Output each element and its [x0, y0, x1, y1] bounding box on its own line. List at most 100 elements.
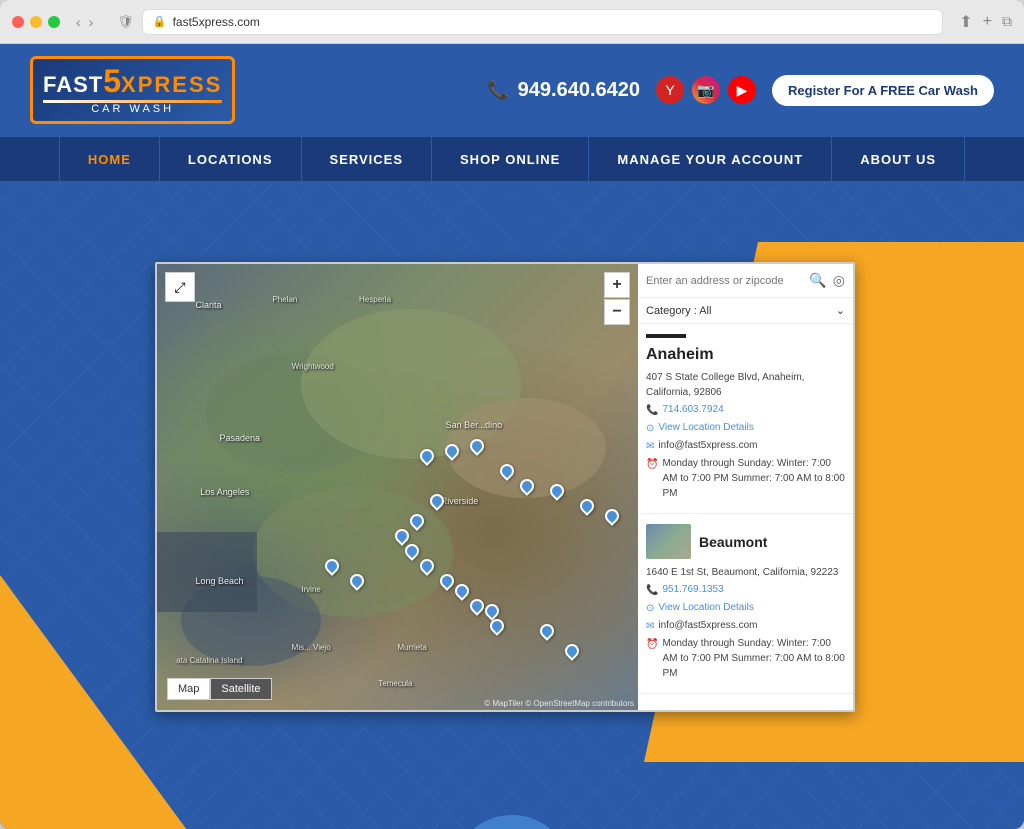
map-label-hesperia: Hesperia — [359, 295, 391, 304]
address-bar[interactable]: 🔒 fast5xpress.com — [142, 9, 943, 35]
map-type-map[interactable]: Map — [167, 678, 210, 700]
email-icon-beaumont: ✉ — [646, 619, 654, 634]
map-pin-17[interactable] — [550, 484, 564, 502]
lock-icon: 🔒 — [153, 15, 167, 28]
phone-beaumont[interactable]: 951.769.1353 — [662, 582, 723, 597]
view-details-anaheim[interactable]: View Location Details — [658, 420, 753, 435]
map-label-missionviejo: Mis... Viejo — [292, 643, 331, 652]
site-logo[interactable]: FAST 5 XPRESS CAR WASH — [30, 56, 235, 124]
phone-row-beaumont: 📞 951.769.1353 — [646, 582, 845, 598]
map-label-losangeles: Los Angeles — [200, 487, 249, 497]
map-pin-16[interactable] — [325, 559, 339, 577]
back-button[interactable]: ‹ — [76, 14, 81, 30]
nav-home[interactable]: HOME — [59, 136, 160, 182]
map-attribution: © MapTiler © OpenStreetMap contributors — [484, 699, 634, 708]
maximize-dot[interactable] — [48, 16, 60, 28]
map-panel[interactable]: Clarita Phelan Hesperia Wrightwood Pasad… — [157, 264, 638, 710]
forward-button[interactable]: › — [89, 14, 94, 30]
yelp-icon[interactable]: Y — [656, 76, 684, 104]
browser-window: ‹ › 🛡 🔒 fast5xpress.com ⬆ + ⧉ FAST 5 XPR — [0, 0, 1024, 829]
map-label-murrieta: Murrieta — [398, 643, 427, 652]
register-button[interactable]: Register For A FREE Car Wash — [772, 75, 994, 106]
search-icon[interactable]: 🔍 — [809, 272, 826, 289]
security-icon: 🛡 — [117, 14, 134, 30]
site-header: FAST 5 XPRESS CAR WASH 📞 949.640.6420 Y … — [0, 44, 1024, 136]
new-tab-button[interactable]: + — [983, 12, 992, 32]
search-bar: 🔍 ◎ — [638, 264, 853, 298]
map-pin-18[interactable] — [580, 499, 594, 517]
category-chevron: ⌄ — [836, 304, 845, 317]
address-text-anaheim: 407 S State College Blvd, Anaheim, Calif… — [646, 370, 845, 400]
window-controls — [12, 16, 60, 28]
map-pin-2[interactable] — [470, 439, 484, 457]
website: FAST 5 XPRESS CAR WASH 📞 949.640.6420 Y … — [0, 44, 1024, 829]
phone-number[interactable]: 949.640.6420 — [518, 79, 640, 102]
map-label-riverside: Riverside — [441, 496, 479, 506]
nav-about-us[interactable]: ABOUT US — [832, 136, 965, 182]
map-pin-11[interactable] — [455, 584, 469, 602]
nav-manage-account[interactable]: MANAGE YOUR ACCOUNT — [589, 136, 832, 182]
beaumont-header: Beaumont — [646, 524, 845, 559]
hours-icon-anaheim: ⏰ — [646, 457, 658, 472]
phone-icon: 📞 — [487, 80, 509, 101]
link-row-anaheim: ⊙ View Location Details — [646, 420, 845, 436]
location-info-anaheim: 407 S State College Blvd, Anaheim, Calif… — [646, 370, 845, 501]
map-pin-10[interactable] — [440, 574, 454, 592]
beaumont-thumb-img — [646, 524, 691, 559]
map-zoom-controls: + − — [604, 272, 630, 325]
logo-area: FAST 5 XPRESS CAR WASH — [30, 56, 235, 124]
map-label-pasadena: Pasadena — [220, 433, 261, 443]
youtube-icon[interactable]: ▶ — [728, 76, 756, 104]
nav-services[interactable]: SERVICES — [302, 136, 433, 182]
tabs-button[interactable]: ⧉ — [1002, 12, 1012, 32]
close-dot[interactable] — [12, 16, 24, 28]
phone-row-anaheim: 📞 714.603.7924 — [646, 402, 845, 418]
map-label-phelan: Phelan — [272, 295, 297, 304]
map-pin-0[interactable] — [420, 449, 434, 467]
bottom-wave — [452, 815, 572, 829]
map-label-irvine: Irvine — [301, 585, 321, 594]
email-anaheim: info@fast5xpress.com — [658, 438, 757, 453]
phone-area: 📞 949.640.6420 — [487, 79, 640, 102]
wave-circle — [452, 815, 572, 829]
map-pin-24[interactable] — [540, 624, 554, 642]
search-input[interactable] — [646, 275, 803, 287]
location-name-beaumont: Beaumont — [699, 534, 767, 550]
map-pin-9[interactable] — [420, 559, 434, 577]
instagram-icon[interactable]: 📷 — [692, 76, 720, 104]
phone-anaheim[interactable]: 714.603.7924 — [662, 402, 723, 417]
location-bar — [646, 334, 686, 338]
beaumont-thumbnail — [646, 524, 691, 559]
location-card-anaheim: Anaheim 407 S State College Blvd, Anahei… — [638, 324, 853, 514]
map-pin-3[interactable] — [500, 464, 514, 482]
zoom-out-button[interactable]: − — [604, 299, 630, 325]
hours-icon-beaumont: ⏰ — [646, 637, 658, 652]
nav-shop-online[interactable]: SHOP ONLINE — [432, 136, 589, 182]
map-pin-15[interactable] — [350, 574, 364, 592]
share-button[interactable]: ⬆ — [959, 12, 972, 32]
expand-map-button[interactable]: ⤢ — [165, 272, 195, 302]
map-pin-4[interactable] — [520, 479, 534, 497]
map-pin-8[interactable] — [405, 544, 419, 562]
url-text: fast5xpress.com — [173, 15, 260, 29]
header-right: 📞 949.640.6420 Y 📷 ▶ Register For A FREE… — [487, 75, 994, 106]
map-pin-5[interactable] — [430, 494, 444, 512]
logo-xpress-text: XPRESS — [121, 72, 222, 98]
map-type-satellite[interactable]: Satellite — [210, 678, 271, 700]
minimize-dot[interactable] — [30, 16, 42, 28]
location-target-icon[interactable]: ◎ — [833, 272, 845, 289]
map-pin-14[interactable] — [490, 619, 504, 637]
map-pin-6[interactable] — [410, 514, 424, 532]
map-pin-12[interactable] — [470, 599, 484, 617]
nav-bar: HOME LOCATIONS SERVICES SHOP ONLINE MANA… — [0, 136, 1024, 182]
map-pin-1[interactable] — [445, 444, 459, 462]
nav-locations[interactable]: LOCATIONS — [160, 136, 302, 182]
logo-five: 5 — [103, 65, 121, 97]
category-filter[interactable]: Category : All ⌄ — [638, 298, 853, 324]
view-details-beaumont[interactable]: View Location Details — [658, 600, 753, 615]
map-pin-19[interactable] — [605, 509, 619, 527]
address-row-beaumont: 1640 E 1st St, Beaumont, California, 922… — [646, 565, 845, 580]
zoom-in-button[interactable]: + — [604, 272, 630, 298]
map-pin-25[interactable] — [565, 644, 579, 662]
location-card-beaumont: Beaumont 1640 E 1st St, Beaumont, Califo… — [638, 514, 853, 694]
